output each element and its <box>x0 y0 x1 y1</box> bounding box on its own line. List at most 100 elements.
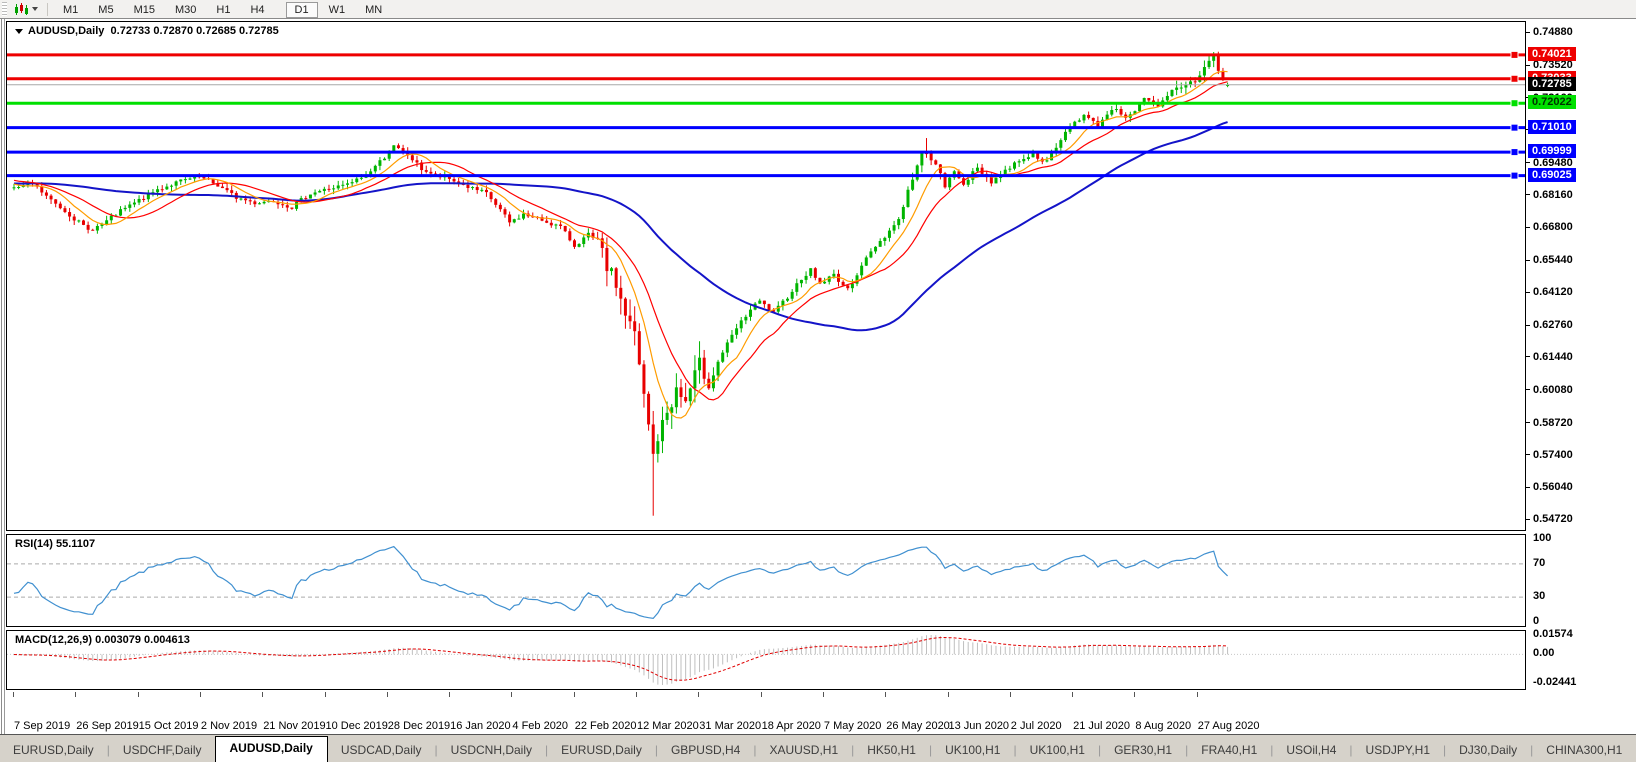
rsi-panel[interactable]: RSI(14) 55.1107 <box>6 534 1526 627</box>
chevron-down-icon <box>32 7 38 11</box>
time-axis-label: 2 Nov 2019 <box>200 720 258 732</box>
time-axis-tick <box>199 692 201 697</box>
price-axis-tick: 0.54720 <box>1526 513 1573 525</box>
rsi-label: RSI(14) 55.1107 <box>15 538 96 550</box>
toolbar-grip[interactable] <box>2 2 7 16</box>
time-axis-label: 26 May 2020 <box>886 720 950 732</box>
time-axis-tick <box>449 692 451 697</box>
price-axis-tick: 0.64120 <box>1526 286 1573 298</box>
time-axis-tick <box>324 692 326 697</box>
time-axis-tick <box>947 692 949 697</box>
level-price-label: 0.74021 <box>1528 46 1576 61</box>
time-axis-tick <box>1072 692 1074 697</box>
chart-tab-usoil-h4[interactable]: USOil,H4 <box>1273 739 1349 762</box>
price-axis-tick: 0.58720 <box>1526 417 1573 429</box>
chart-dropdown-icon[interactable] <box>15 28 23 34</box>
chart-tab-china300-h1[interactable]: CHINA300,H1 <box>1533 739 1635 762</box>
rsi-axis-label: 100 <box>1533 532 1552 544</box>
price-axis-tick: 0.57400 <box>1526 449 1573 461</box>
macd-axis-label: 0.01574 <box>1533 628 1573 640</box>
chart-ohlc-values: 0.72733 0.72870 0.72685 0.72785 <box>110 25 279 37</box>
time-axis-tick <box>573 692 575 697</box>
chart-tab-uk100-h1[interactable]: UK100,H1 <box>1017 739 1098 762</box>
chart-tab-usdjpy-h1[interactable]: USDJPY,H1 <box>1353 739 1443 762</box>
timeframe-m5-button[interactable]: M5 <box>89 2 122 18</box>
time-axis-tick <box>636 692 637 697</box>
time-axis-tick <box>75 692 77 697</box>
time-axis-label: 15 Oct 2019 <box>138 720 199 732</box>
time-axis-label: 8 Aug 2020 <box>1135 720 1192 732</box>
time-axis-label: 16 Jan 2020 <box>450 720 511 732</box>
price-axis-tick: 0.62760 <box>1526 319 1573 331</box>
time-axis-label: 13 Jun 2020 <box>948 720 1010 732</box>
price-axis-tick: 0.65440 <box>1526 254 1573 266</box>
rsi-canvas[interactable] <box>7 535 1525 626</box>
time-axis-tick <box>262 692 264 697</box>
time-axis-tick <box>1196 692 1198 697</box>
timeframe-h1-button[interactable]: H1 <box>207 2 239 18</box>
price-axis-tick: 0.68160 <box>1526 189 1573 201</box>
chart-tab-xauusd-h1[interactable]: XAUUSD,H1 <box>756 739 851 762</box>
time-axis-label: 4 Feb 2020 <box>512 720 569 732</box>
macd-label: MACD(12,26,9) 0.003079 0.004613 <box>15 634 190 646</box>
chart-symbol-label: AUDUSD,Daily <box>28 25 105 37</box>
price-axis-tick: 0.60080 <box>1526 384 1573 396</box>
time-axis[interactable]: 7 Sep 2019 26 Sep 2019 15 Oct 2019 2 Nov 20… <box>6 692 1636 736</box>
time-axis-label: 2 Jul 2020 <box>1010 720 1062 732</box>
candlestick-chart-icon <box>15 2 28 15</box>
level-price-label: 0.72022 <box>1528 95 1576 110</box>
chart-tab-fra40-h1[interactable]: FRA40,H1 <box>1188 739 1270 762</box>
price-axis-tick: 0.74880 <box>1526 26 1573 38</box>
macd-panel[interactable]: MACD(12,26,9) 0.003079 0.004613 <box>6 630 1526 690</box>
chart-region: AUDUSD,Daily 0.72733 0.72870 0.72685 0.7… <box>0 18 1636 736</box>
time-axis-label: 7 May 2020 <box>823 720 882 732</box>
time-axis-tick <box>698 692 700 697</box>
chart-tab-dj30-daily[interactable]: DJ30,Daily <box>1446 739 1530 762</box>
chart-tab-eurusd-daily[interactable]: EURUSD,Daily <box>0 739 107 762</box>
timeframe-w1-button[interactable]: W1 <box>320 2 355 18</box>
timeframe-h4-button[interactable]: H4 <box>241 2 273 18</box>
chart-tab-eurusd-daily[interactable]: EURUSD,Daily <box>548 739 655 762</box>
timeframe-m15-button[interactable]: M15 <box>125 2 164 18</box>
time-axis-label: 12 Mar 2020 <box>637 720 699 732</box>
rsi-axis-label: 70 <box>1533 556 1546 569</box>
timeframe-mn-button[interactable]: MN <box>356 2 391 18</box>
chart-type-button[interactable] <box>10 1 42 17</box>
chart-tab-usdchf-daily[interactable]: USDCHF,Daily <box>110 739 215 762</box>
time-axis-tick <box>1134 692 1136 697</box>
time-axis-tick <box>13 692 14 697</box>
time-axis-tick <box>137 692 139 697</box>
chart-tab-ger30-h1[interactable]: GER30,H1 <box>1101 739 1185 762</box>
price-axis-tick: 0.56040 <box>1526 481 1573 493</box>
time-axis-label: 28 Dec 2019 <box>387 720 451 732</box>
chart-tab-hk50-h1[interactable]: HK50,H1 <box>854 739 929 762</box>
toolbar-separator <box>47 2 48 16</box>
timeframe-d1-button[interactable]: D1 <box>285 2 318 18</box>
timeframe-m30-button[interactable]: M30 <box>166 2 205 18</box>
chart-tab-usdcnh-daily[interactable]: USDCNH,Daily <box>438 739 545 762</box>
price-axis-tick: 0.61440 <box>1526 351 1573 363</box>
macd-canvas[interactable] <box>7 631 1525 689</box>
time-axis-tick <box>760 692 762 697</box>
chart-tab-audusd-daily[interactable]: AUDUSD,Daily <box>214 736 328 762</box>
time-axis-tick <box>885 692 887 697</box>
time-axis-label: 22 Feb 2020 <box>574 720 637 732</box>
time-axis-label: 27 Aug 2020 <box>1197 720 1260 732</box>
chart-tab-gbpusd-h4[interactable]: GBPUSD,H4 <box>658 739 753 762</box>
price-axis[interactable]: 0.748800.735200.721600.708400.694800.681… <box>1526 19 1636 735</box>
main-chart-canvas[interactable] <box>7 22 1525 530</box>
main-chart-panel[interactable]: AUDUSD,Daily 0.72733 0.72870 0.72685 0.7… <box>6 21 1526 531</box>
level-price-label: 0.69999 <box>1528 144 1576 159</box>
time-axis-label: 10 Dec 2019 <box>325 720 388 732</box>
mt4-window: M1 M5 M15 M30 H1 H4 D1 W1 MN AUDUSD,Daily 0.7273… <box>0 0 1636 762</box>
timeframe-m1-button[interactable]: M1 <box>54 2 87 18</box>
chart-title: AUDUSD,Daily 0.72733 0.72870 0.72685 0.7… <box>15 25 279 37</box>
chart-tabs-bar: EURUSD,Daily | USDCHF,Daily AUDUSD,Daily USD… <box>0 734 1636 762</box>
chart-tab-usdcad-daily[interactable]: USDCAD,Daily <box>328 739 435 762</box>
macd-axis-label: 0.00 <box>1533 647 1555 660</box>
chart-tab-uk100-h1[interactable]: UK100,H1 <box>932 739 1013 762</box>
rsi-axis-label: 0 <box>1533 615 1540 627</box>
level-price-label: 0.69025 <box>1528 167 1576 182</box>
price-axis-tick: 0.66800 <box>1526 221 1573 233</box>
timeframe-toolbar: M1 M5 M15 M30 H1 H4 D1 W1 MN <box>0 0 1636 19</box>
